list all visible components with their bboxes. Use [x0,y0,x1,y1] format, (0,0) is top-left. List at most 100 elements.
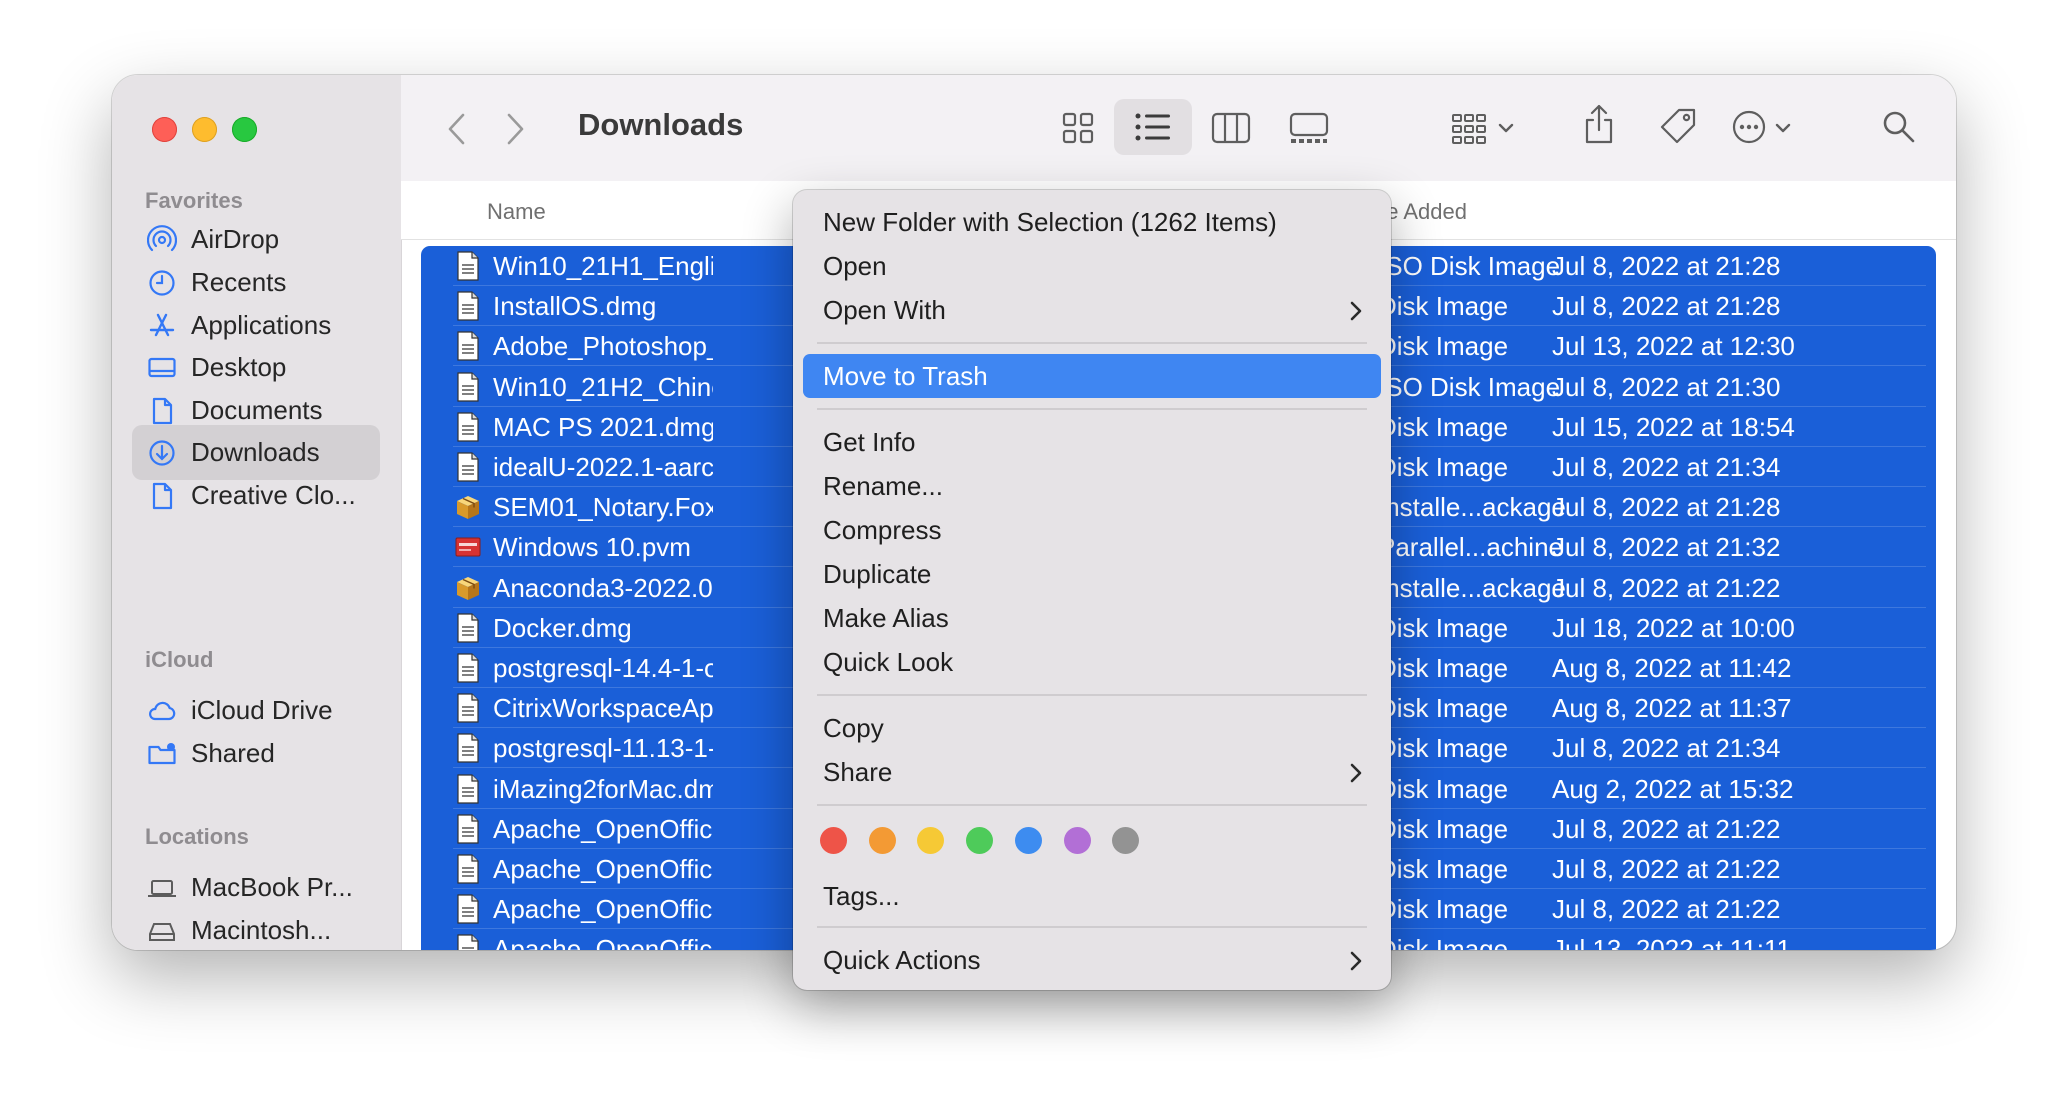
file-name: postgresql-11.13-1-osx.d [493,733,713,764]
minimize-window-button[interactable] [192,117,217,142]
menu-separator [817,342,1367,344]
menu-item-make-alias[interactable]: Make Alias [803,596,1381,640]
chevron-right-icon [1350,763,1362,783]
file-icon [152,482,173,510]
back-chevron-icon[interactable] [445,112,469,146]
document-file-icon [457,412,479,442]
file-date-added: Jul 8, 2022 at 21:28 [1552,492,1781,523]
tag-icon[interactable] [1659,107,1697,145]
file-date-added: Jul 13, 2022 at 11:11 [1552,934,1792,950]
chevron-right-icon [1350,951,1362,971]
file-name: CitrixWorkspaceApp.dmg [493,693,713,724]
sidebar-item-label: Recents [191,267,287,297]
file-kind: Disk Image [1378,452,1509,482]
menu-item-open-with[interactable]: Open With [803,288,1381,332]
tag-blue-button[interactable] [1014,827,1042,854]
sidebar-item-label: AirDrop [191,224,280,254]
file-date-added: Jul 8, 2022 at 21:22 [1552,813,1781,844]
list-view-button[interactable] [1114,99,1192,155]
menu-item-quick-look[interactable]: Quick Look [803,640,1381,684]
document-icon [152,397,173,425]
menu-item-get-info[interactable]: Get Info [803,420,1381,464]
file-name: Win10_21H2_Chinese(Tra [493,371,713,402]
sidebar-section-locations: Locations [145,824,249,849]
shared-folder-icon [148,743,176,765]
file-date-added: Jul 8, 2022 at 21:34 [1552,452,1781,482]
share-icon[interactable] [1583,103,1615,145]
file-kind: Disk Image [1378,934,1509,950]
sidebar-section-favorites: Favorites [145,188,243,213]
menu-item-copy[interactable]: Copy [803,706,1381,750]
file-kind: Disk Image [1378,733,1509,764]
file-date-added: Aug 8, 2022 at 11:42 [1552,653,1792,683]
file-kind: Parallel...achine [1378,532,1563,563]
close-window-button[interactable] [152,117,177,142]
menu-item-open[interactable]: Open [803,244,1381,288]
file-kind: Disk Image [1378,331,1509,362]
document-file-icon [457,894,479,924]
document-file-icon [457,613,479,643]
installer-package-icon [457,576,479,600]
sidebar-item-label: Downloads [191,437,320,467]
document-file-icon [457,693,479,723]
file-date-added: Jul 15, 2022 at 18:54 [1552,411,1795,442]
tag-yellow-button[interactable] [917,827,945,854]
menu-item-new-folder-with-selection[interactable]: New Folder with Selection (1262 Items) [803,200,1381,244]
chevron-down-icon[interactable] [1497,122,1515,134]
applications-icon [149,313,175,337]
menu-item-tags[interactable]: Tags... [803,874,1381,918]
column-header-name[interactable]: Name [487,199,546,225]
menu-item-compress[interactable]: Compress [803,508,1381,552]
file-date-added: Jul 8, 2022 at 21:30 [1552,371,1781,402]
file-date-added: Aug 2, 2022 at 15:32 [1552,773,1794,804]
sidebar-item-macintosh-hd[interactable]: Macintosh... [132,903,380,950]
icon-view-icon[interactable] [1061,111,1095,145]
context-menu: New Folder with Selection (1262 Items) O… [793,190,1391,990]
search-icon[interactable] [1881,109,1917,145]
file-kind: Disk Image [1378,773,1509,804]
file-date-added: Jul 8, 2022 at 21:22 [1552,572,1781,603]
sidebar-item-creative-cloud[interactable]: Creative Clo... [132,468,380,523]
file-name: SEM01_Notary.Foxit Pha [493,492,713,523]
gallery-view-icon[interactable] [1289,111,1329,145]
file-kind: Disk Image [1378,894,1509,925]
more-actions-icon[interactable] [1731,109,1767,145]
menu-item-quick-actions[interactable]: Quick Actions [803,938,1381,982]
chevron-down-icon[interactable] [1774,122,1792,134]
document-file-icon [457,854,479,884]
sidebar-section-icloud: iCloud [145,647,214,672]
menu-item-duplicate[interactable]: Duplicate [803,552,1381,596]
sidebar-item-label: Macintosh... [191,915,332,945]
file-kind: Disk Image [1378,291,1509,322]
laptop-icon [148,880,176,897]
menu-item-move-to-trash[interactable]: Move to Trash [803,354,1381,398]
column-view-icon[interactable] [1211,111,1251,145]
menu-item-share[interactable]: Share [803,750,1381,794]
sidebar-item-label: Shared [191,738,275,768]
menu-item-rename[interactable]: Rename... [803,464,1381,508]
menu-separator [817,804,1367,806]
file-kind: ISO Disk Image [1378,251,1561,281]
toolbar: Downloads [401,75,1956,182]
window-title: Downloads [578,107,744,142]
sidebar-item-shared[interactable]: Shared [132,726,380,781]
tag-purple-button[interactable] [1063,827,1091,854]
file-name: Apache_OpenOffice_4.1. [493,934,713,950]
document-file-icon [457,773,479,804]
zoom-window-button[interactable] [232,117,257,142]
list-view-icon [1135,113,1170,141]
tag-green-button[interactable] [966,827,994,854]
forward-chevron-icon[interactable] [503,112,527,146]
tag-gray-button[interactable] [1112,827,1140,854]
menu-separator [817,926,1367,928]
file-name: Adobe_Photoshop_2022 [493,331,713,362]
file-date-added: Jul 8, 2022 at 21:34 [1552,733,1781,764]
group-icon[interactable] [1451,112,1487,146]
sidebar-item-label: Applications [191,310,332,340]
document-file-icon [457,251,479,281]
tag-red-button[interactable] [820,827,847,854]
sidebar-item-label: Documents [191,395,323,425]
document-file-icon [457,371,479,402]
tag-orange-button[interactable] [868,827,896,854]
menu-separator [817,694,1367,696]
